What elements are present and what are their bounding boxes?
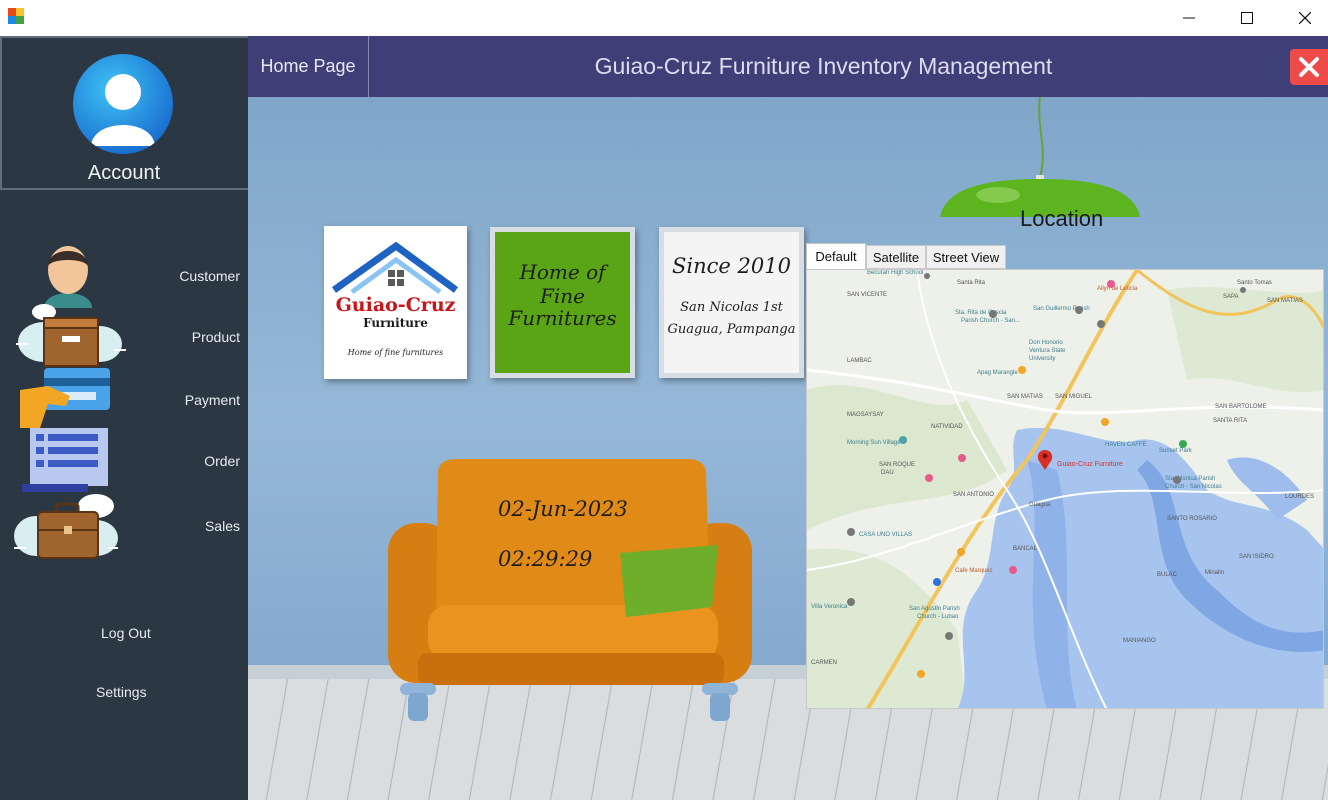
map-view[interactable]: SAN VICENTE Santa Rita LAMBAC MAGSAYSAY … — [806, 269, 1324, 709]
svg-text:CASA UNO VILLAS: CASA UNO VILLAS — [859, 532, 912, 538]
svg-text:BANCAL: BANCAL — [1013, 546, 1038, 552]
svg-text:SAPA: SAPA — [1223, 294, 1239, 300]
location-label: Location — [1020, 206, 1104, 231]
nav-product[interactable]: Product — [192, 329, 240, 345]
current-date: 02-Jun-2023 — [498, 497, 628, 521]
since-frame-panel: Since 2010 San Nicolas 1st Guagua, Pampa… — [664, 232, 799, 373]
svg-text:Church - San Nicolas: Church - San Nicolas — [1165, 484, 1222, 490]
map-tab-default[interactable]: Default — [806, 243, 866, 269]
current-time: 02:29:29 — [498, 547, 593, 571]
nav-sales[interactable]: Sales — [205, 518, 240, 534]
account-label[interactable]: Account — [2, 162, 246, 185]
credit-card-icon[interactable] — [18, 366, 112, 432]
svg-text:San Agustin Parish: San Agustin Parish — [909, 606, 960, 612]
svg-text:Apag Marangle: Apag Marangle — [977, 370, 1018, 376]
settings-button[interactable]: Settings — [96, 684, 147, 700]
svg-text:SAN ISIDRO: SAN ISIDRO — [1239, 554, 1274, 560]
tagline-frame: Home of Fine Furnitures — [490, 227, 635, 378]
minimize-icon — [1183, 17, 1195, 19]
map-panel: Default Satellite Street View SAN VICENT… — [806, 243, 1328, 709]
svg-text:SAN ROQUE: SAN ROQUE — [879, 462, 915, 468]
maximize-icon — [1241, 12, 1253, 24]
svg-text:LAMBAC: LAMBAC — [847, 358, 872, 364]
svg-text:SAN MATIAS: SAN MATIAS — [1007, 394, 1043, 400]
svg-text:SANTO ROSARIO: SANTO ROSARIO — [1167, 516, 1217, 522]
account-avatar-icon[interactable] — [73, 54, 173, 154]
svg-text:Ailyn de Leticia: Ailyn de Leticia — [1097, 286, 1138, 292]
window-titlebar — [0, 0, 1328, 36]
svg-text:DAU: DAU — [881, 470, 894, 476]
close-window-button[interactable] — [1276, 0, 1328, 36]
svg-text:Sta. Monica Parish: Sta. Monica Parish — [1165, 476, 1215, 482]
svg-text:Villa Veronica: Villa Veronica — [811, 604, 848, 610]
logo-tagline: Home of fine furnitures — [347, 348, 444, 357]
svg-text:MANIANGO: MANIANGO — [1123, 638, 1156, 644]
house-logo-icon — [331, 242, 459, 295]
svg-text:Don Honorio: Don Honorio — [1029, 340, 1063, 346]
svg-text:SANTA RITA: SANTA RITA — [1213, 418, 1247, 424]
svg-text:Ventura State: Ventura State — [1029, 348, 1066, 354]
logo-sub: Furniture — [363, 316, 428, 330]
close-icon — [1299, 12, 1311, 24]
map-tab-street-view[interactable]: Street View — [926, 245, 1006, 269]
product-box-icon[interactable] — [14, 300, 128, 370]
logout-button[interactable]: Log Out — [101, 625, 151, 641]
app-title: Guiao-Cruz Furniture Inventory Managemen… — [594, 53, 1053, 79]
logo-name: Guiao-Cruz — [335, 294, 456, 316]
briefcase-icon[interactable] — [12, 492, 120, 562]
svg-text:Church - Lubao: Church - Lubao — [917, 614, 959, 620]
svg-text:CARMEN: CARMEN — [811, 660, 837, 666]
address-line1: San Nicolas 1st — [680, 300, 783, 315]
minimize-button[interactable] — [1160, 0, 1218, 36]
svg-text:Becuran High School: Becuran High School — [867, 270, 923, 276]
svg-text:Santo Tomas: Santo Tomas — [1237, 280, 1272, 286]
sidebar: Account Customer Product Payment Order S… — [0, 36, 248, 800]
svg-text:SAN MIGUEL: SAN MIGUEL — [1055, 394, 1093, 400]
svg-text:BULAC: BULAC — [1157, 572, 1178, 578]
svg-text:SAN VICENTE: SAN VICENTE — [847, 292, 887, 298]
svg-text:Sunset Park: Sunset Park — [1159, 448, 1193, 454]
svg-text:MAGSAYSAY: MAGSAYSAY — [847, 412, 884, 418]
svg-text:Guagua: Guagua — [1029, 502, 1051, 508]
svg-text:Guiao-Cruz Furniture: Guiao-Cruz Furniture — [1057, 461, 1123, 468]
exit-button[interactable] — [1290, 49, 1328, 85]
svg-text:SAN BARTOLOME: SAN BARTOLOME — [1215, 404, 1266, 410]
svg-text:Minalin: Minalin — [1205, 570, 1224, 576]
tagline-frame-panel: Home of Fine Furnitures — [495, 232, 630, 373]
svg-text:Cafe Marquez: Cafe Marquez — [955, 568, 993, 574]
svg-text:Morning Sun Village: Morning Sun Village — [847, 440, 901, 446]
close-icon — [1299, 57, 1319, 77]
tagline-line2: Furnitures — [508, 306, 617, 330]
pendant-lamp-icon — [940, 97, 1140, 217]
app-icon — [8, 8, 24, 24]
svg-text:NATIVIDAD: NATIVIDAD — [931, 424, 963, 430]
maximize-button[interactable] — [1218, 0, 1276, 36]
map-canvas[interactable]: SAN VICENTE Santa Rita LAMBAC MAGSAYSAY … — [807, 270, 1324, 709]
svg-text:LOURDES: LOURDES — [1285, 494, 1314, 500]
map-tab-satellite[interactable]: Satellite — [866, 245, 926, 269]
home-page-tab[interactable]: Home Page — [248, 36, 369, 97]
svg-text:HAVEN CAFFE: HAVEN CAFFE — [1105, 442, 1147, 448]
svg-text:SAN MATIAS: SAN MATIAS — [1267, 298, 1303, 304]
since-text: Since 2010 — [672, 254, 791, 278]
nav-order[interactable]: Order — [204, 453, 240, 469]
svg-text:SAN ANTONIO: SAN ANTONIO — [953, 492, 994, 498]
nav-payment[interactable]: Payment — [185, 392, 240, 408]
order-list-icon[interactable] — [22, 428, 110, 492]
tagline-line1: Home of Fine — [519, 260, 606, 308]
address-line2: Guagua, Pampanga — [667, 322, 796, 337]
svg-text:University: University — [1029, 356, 1055, 362]
svg-text:Parish Church - San...: Parish Church - San... — [961, 318, 1020, 324]
svg-text:Santa Rita: Santa Rita — [957, 280, 986, 286]
since-frame: Since 2010 San Nicolas 1st Guagua, Pampa… — [659, 227, 804, 378]
svg-text:Sta. Rita de Cascia: Sta. Rita de Cascia — [955, 310, 1007, 316]
customer-icon[interactable] — [36, 244, 100, 308]
header-bar: Home Page Guiao-Cruz Furniture Inventory… — [248, 36, 1328, 97]
account-panel[interactable]: Account — [0, 36, 248, 190]
logo-frame: Guiao-Cruz Furniture Home of fine furnit… — [324, 226, 467, 379]
nav-customer[interactable]: Customer — [179, 268, 240, 284]
main-area: Home Page Guiao-Cruz Furniture Inventory… — [248, 36, 1328, 800]
